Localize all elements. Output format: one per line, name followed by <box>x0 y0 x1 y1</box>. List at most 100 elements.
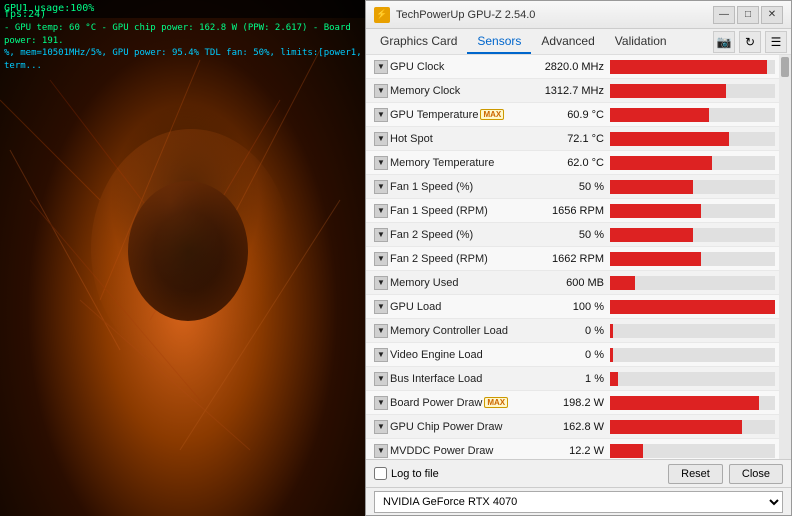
sensors-list: ▼GPU Clock2820.0 MHz▼Memory Clock1312.7 … <box>366 55 779 459</box>
sensor-bar-container <box>610 180 775 194</box>
scrollbar[interactable] <box>779 55 791 459</box>
sensor-dropdown-btn[interactable]: ▼ <box>374 300 388 314</box>
sensor-bar <box>610 108 709 122</box>
tab-validation[interactable]: Validation <box>605 30 677 54</box>
sensor-bar <box>610 228 693 242</box>
sensor-bar <box>610 300 775 314</box>
sensor-value: 600 MB <box>525 277 610 289</box>
tab-graphics-card[interactable]: Graphics Card <box>370 30 467 54</box>
sensor-row: ▼Fan 2 Speed (RPM)1662 RPM <box>366 247 779 271</box>
sensor-value: 100 % <box>525 301 610 313</box>
sensor-dropdown-btn[interactable]: ▼ <box>374 396 388 410</box>
close-button[interactable]: Close <box>729 464 783 484</box>
sensor-value: 1662 RPM <box>525 253 610 265</box>
sensor-badge: MAX <box>484 397 508 408</box>
sensor-value: 0 % <box>525 349 610 361</box>
sensor-dropdown-btn[interactable]: ▼ <box>374 276 388 290</box>
sensor-dropdown-btn[interactable]: ▼ <box>374 132 388 146</box>
sensor-value: 1656 RPM <box>525 205 610 217</box>
gpuz-window: ⚡ TechPowerUp GPU-Z 2.54.0 — □ ✕ Graphic… <box>365 0 792 516</box>
reset-button[interactable]: Reset <box>668 464 723 484</box>
camera-icon[interactable]: 📷 <box>713 31 735 53</box>
sensor-bar <box>610 348 613 362</box>
sensor-name-label: ▼Fan 2 Speed (%) <box>370 228 525 242</box>
sensor-row: ▼GPU TemperatureMAX60.9 °C <box>366 103 779 127</box>
log-checkbox[interactable] <box>374 467 387 480</box>
sensor-row: ▼Bus Interface Load1 % <box>366 367 779 391</box>
sensor-name-label: ▼GPU TemperatureMAX <box>370 108 525 122</box>
sensor-name-label: ▼Memory Temperature <box>370 156 525 170</box>
sensor-value: 198.2 W <box>525 397 610 409</box>
title-bar: ⚡ TechPowerUp GPU-Z 2.54.0 — □ ✕ <box>366 1 791 29</box>
sensor-value: 50 % <box>525 181 610 193</box>
sensor-dropdown-btn[interactable]: ▼ <box>374 84 388 98</box>
sensor-name-label: ▼Memory Controller Load <box>370 324 525 338</box>
sensor-bar <box>610 276 635 290</box>
sensor-name-label: ▼Fan 1 Speed (%) <box>370 180 525 194</box>
sensor-bar <box>610 372 618 386</box>
sensor-value: 1 % <box>525 373 610 385</box>
tab-advanced[interactable]: Advanced <box>531 30 604 54</box>
sensor-row: ▼GPU Clock2820.0 MHz <box>366 55 779 79</box>
minimize-button[interactable]: — <box>713 6 735 24</box>
sensor-name-label: ▼Hot Spot <box>370 132 525 146</box>
sensor-name-label: ▼Bus Interface Load <box>370 372 525 386</box>
sensor-dropdown-btn[interactable]: ▼ <box>374 108 388 122</box>
sensor-bar-container <box>610 228 775 242</box>
sensor-name-label: ▼Video Engine Load <box>370 348 525 362</box>
sensor-name-label: ▼GPU Load <box>370 300 525 314</box>
sensor-dropdown-btn[interactable]: ▼ <box>374 204 388 218</box>
sensor-bar-container <box>610 324 775 338</box>
sensor-row: ▼Memory Used600 MB <box>366 271 779 295</box>
sensor-bar-container <box>610 108 775 122</box>
tab-sensors[interactable]: Sensors <box>467 30 531 54</box>
window-title: TechPowerUp GPU-Z 2.54.0 <box>396 9 713 21</box>
sensor-bar <box>610 204 701 218</box>
sensor-dropdown-btn[interactable]: ▼ <box>374 444 388 458</box>
sensor-dropdown-btn[interactable]: ▼ <box>374 156 388 170</box>
sensor-dropdown-btn[interactable]: ▼ <box>374 60 388 74</box>
toolbar-icons: 📷 ↻ ☰ <box>713 31 787 53</box>
sensor-dropdown-btn[interactable]: ▼ <box>374 348 388 362</box>
sensor-bar <box>610 444 643 458</box>
sensor-bar <box>610 252 701 266</box>
sensor-badge: MAX <box>480 109 504 120</box>
sensor-bar-container <box>610 132 775 146</box>
sensor-value: 12.2 W <box>525 445 610 457</box>
overlay-text: fps:24) - GPU temp: 60 °C - GPU chip pow… <box>4 8 365 72</box>
menu-icon[interactable]: ☰ <box>765 31 787 53</box>
maximize-button[interactable]: □ <box>737 6 759 24</box>
sensor-name-label: ▼GPU Chip Power Draw <box>370 420 525 434</box>
sensor-bar <box>610 60 767 74</box>
sensor-bar <box>610 84 726 98</box>
sensor-dropdown-btn[interactable]: ▼ <box>374 228 388 242</box>
sensor-value: 2820.0 MHz <box>525 61 610 73</box>
app-icon: ⚡ <box>374 7 390 23</box>
sensor-bar-container <box>610 60 775 74</box>
sensor-row: ▼Hot Spot72.1 °C <box>366 127 779 151</box>
sensor-row: ▼MVDDC Power Draw12.2 W <box>366 439 779 459</box>
sensor-value: 0 % <box>525 325 610 337</box>
sensor-dropdown-btn[interactable]: ▼ <box>374 252 388 266</box>
sensor-name-label: ▼Memory Used <box>370 276 525 290</box>
sensor-dropdown-btn[interactable]: ▼ <box>374 372 388 386</box>
sensor-name-label: ▼MVDDC Power Draw <box>370 444 525 458</box>
sensor-bar <box>610 420 742 434</box>
sensor-dropdown-btn[interactable]: ▼ <box>374 324 388 338</box>
sensor-value: 162.8 W <box>525 421 610 433</box>
sensor-row: ▼Memory Temperature62.0 °C <box>366 151 779 175</box>
sensor-bar <box>610 156 712 170</box>
sensor-dropdown-btn[interactable]: ▼ <box>374 420 388 434</box>
gpu-select[interactable]: NVIDIA GeForce RTX 4070 <box>374 491 783 513</box>
log-checkbox-label[interactable]: Log to file <box>374 467 439 480</box>
refresh-icon[interactable]: ↻ <box>739 31 761 53</box>
sensor-value: 72.1 °C <box>525 133 610 145</box>
tab-bar: Graphics Card Sensors Advanced Validatio… <box>366 29 791 55</box>
sensor-bar <box>610 324 613 338</box>
sensor-bar <box>610 132 729 146</box>
sensor-bar-container <box>610 444 775 458</box>
sensor-value: 62.0 °C <box>525 157 610 169</box>
sensor-bar-container <box>610 252 775 266</box>
close-window-button[interactable]: ✕ <box>761 6 783 24</box>
sensor-dropdown-btn[interactable]: ▼ <box>374 180 388 194</box>
